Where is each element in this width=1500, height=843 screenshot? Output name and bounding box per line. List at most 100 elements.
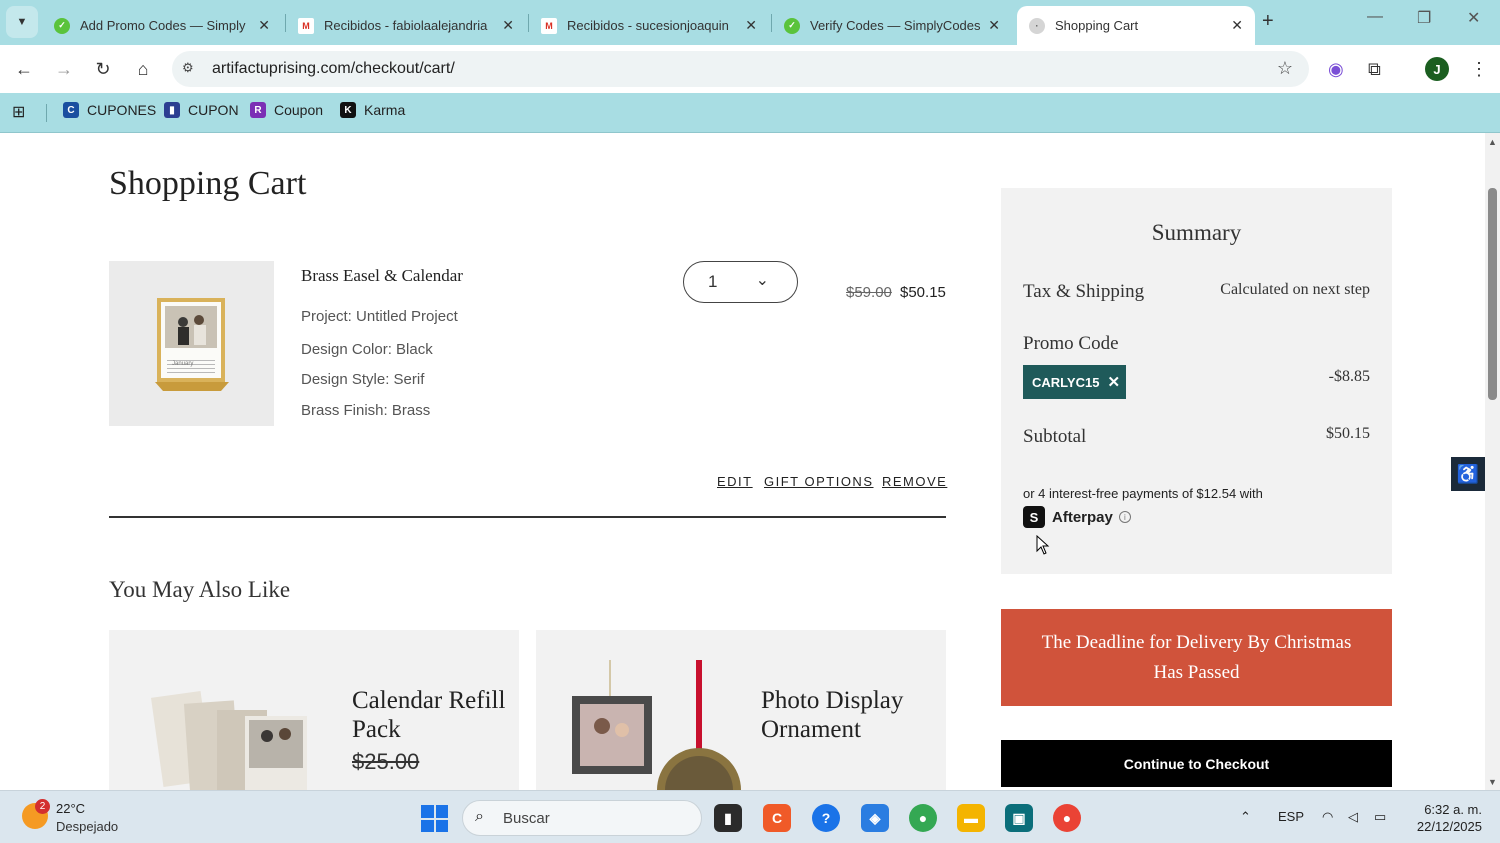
file-explorer-icon[interactable]: ▬ — [957, 804, 985, 832]
close-icon[interactable]: ✕ — [258, 17, 270, 34]
recommendation-card[interactable]: Photo Display Ornament — [536, 630, 946, 790]
window-close-icon[interactable]: ✕ — [1467, 8, 1480, 28]
cupon-icon: ▮ — [164, 102, 180, 118]
reload-icon[interactable]: ↻ — [89, 55, 117, 83]
tab-verify-codes[interactable]: ✓ Verify Codes — SimplyCodes ✕ — [772, 6, 1012, 45]
task-view-icon[interactable]: ▮ — [714, 804, 742, 832]
info-icon[interactable]: i — [1118, 511, 1131, 523]
product-name[interactable]: Brass Easel & Calendar — [301, 266, 463, 286]
home-icon[interactable]: ⌂ — [129, 55, 157, 83]
menu-kebab-icon[interactable]: ⋮ — [1470, 59, 1488, 80]
help-icon[interactable]: ? — [812, 804, 840, 832]
original-price: $59.00 — [846, 284, 892, 301]
recommendation-name[interactable]: Calendar Refill Pack — [352, 686, 512, 744]
product-design-style: Design Style: Serif — [301, 371, 425, 388]
recommendation-card[interactable]: Calendar Refill Pack $25.00 — [109, 630, 519, 790]
volume-icon[interactable]: ◁ — [1348, 809, 1358, 825]
tab-bar: ▼ ✓ Add Promo Codes — Simply ✕ M Recibid… — [0, 0, 1500, 45]
wifi-icon[interactable]: ◠ — [1322, 809, 1333, 825]
taskbar-search[interactable]: ⌕ Buscar — [462, 800, 702, 836]
profile-avatar[interactable]: J — [1425, 57, 1449, 81]
scroll-up-icon[interactable]: ▲ — [1488, 137, 1497, 147]
back-icon[interactable]: ← — [10, 55, 38, 83]
tab-shopping-cart[interactable]: · Shopping Cart ✕ — [1017, 6, 1255, 45]
bookmark-coupon[interactable]: R Coupon — [250, 102, 323, 118]
remove-link[interactable]: REMOVE — [882, 474, 947, 489]
windows-taskbar: 2 22°C Despejado ⌕ Buscar ▮ C ? ◈ ● ▬ ▣ … — [0, 790, 1500, 843]
bookmark-cupon[interactable]: ▮ CUPON — [164, 102, 239, 118]
shield-icon[interactable]: ◈ — [861, 804, 889, 832]
close-icon[interactable]: ✕ — [745, 17, 757, 34]
site-info-icon[interactable]: ⚙ — [182, 60, 194, 76]
promo-code-value: CARLYC15 — [1032, 374, 1100, 390]
close-icon[interactable]: ✕ — [988, 17, 1000, 34]
product-image[interactable]: January — [109, 261, 274, 426]
current-price: $50.15 — [900, 284, 946, 301]
continue-to-checkout-button[interactable]: Continue to Checkout — [1001, 740, 1392, 787]
page-scrollbar[interactable]: ▲ ▼ — [1485, 133, 1500, 790]
weather-temperature[interactable]: 22°C — [56, 801, 85, 816]
address-bar[interactable]: ⚙ artifactuprising.com/checkout/cart/ ☆ — [172, 51, 1309, 87]
close-icon[interactable]: ✕ — [1231, 17, 1243, 34]
calendar-month-label: January — [172, 361, 194, 367]
bookmark-star-icon[interactable]: ☆ — [1277, 58, 1293, 79]
coupon-icon: R — [250, 102, 266, 118]
forward-icon[interactable]: → — [50, 55, 78, 83]
afterpay-badge[interactable]: S Afterpay i — [1023, 506, 1131, 528]
deadline-notice: The Deadline for Delivery By Christmas H… — [1001, 609, 1392, 706]
product-design-color: Design Color: Black — [301, 341, 433, 358]
cupones-icon: C — [63, 102, 79, 118]
chrome-icon[interactable]: ● — [909, 804, 937, 832]
quantity-value: 1 — [708, 272, 718, 291]
scroll-down-icon[interactable]: ▼ — [1488, 777, 1497, 787]
scrollbar-thumb[interactable] — [1488, 188, 1497, 400]
close-icon[interactable]: ✕ — [502, 17, 514, 34]
tax-shipping-value: Calculated on next step — [1220, 281, 1370, 298]
bookmark-cupones[interactable]: C CUPONES — [63, 102, 156, 118]
recommendation-name[interactable]: Photo Display Ornament — [761, 686, 941, 744]
gmail-icon: M — [298, 17, 314, 34]
order-summary: Summary Tax & Shipping Calculated on nex… — [1001, 188, 1392, 574]
restore-icon[interactable]: ❐ — [1417, 8, 1431, 28]
system-clock[interactable]: 6:32 a. m. 22/12/2025 — [1410, 801, 1482, 835]
bookmarks-bar: ⊞ C CUPONES ▮ CUPON R Coupon K Karma — [0, 93, 1500, 133]
subtotal-label: Subtotal — [1023, 426, 1087, 447]
extensions-puzzle-icon[interactable]: ⧉ — [1368, 59, 1381, 80]
summary-title: Summary — [1151, 220, 1242, 245]
windows-start-icon[interactable] — [421, 805, 448, 832]
remove-promo-icon[interactable]: ✕ — [1107, 373, 1120, 391]
tab-search-chevron-icon[interactable]: ▼ — [6, 6, 38, 38]
remote-desktop-icon[interactable]: ▣ — [1005, 804, 1033, 832]
accessibility-icon[interactable]: ♿ — [1451, 457, 1485, 491]
afterpay-logo-icon: S — [1023, 506, 1045, 528]
new-tab-icon[interactable]: + — [1262, 10, 1274, 33]
extension-icon[interactable]: ◉ — [1328, 59, 1344, 80]
tray-chevron-up-icon[interactable]: ⌃ — [1240, 809, 1251, 825]
tax-shipping-label: Tax & Shipping — [1023, 281, 1145, 302]
recommendation-price: $25.00 — [352, 749, 420, 774]
page-content: Shopping Cart January Brass Easel & Cale… — [0, 133, 1485, 790]
chrome-profile-icon[interactable]: ● — [1053, 804, 1081, 832]
simplycodes-icon: ✓ — [54, 17, 70, 34]
clock-date: 22/12/2025 — [1416, 819, 1482, 834]
gift-options-link[interactable]: GIFT OPTIONS — [764, 474, 874, 489]
weather-description[interactable]: Despejado — [56, 819, 118, 834]
mouse-cursor-icon — [1036, 535, 1050, 555]
bookmark-karma[interactable]: K Karma — [340, 102, 405, 118]
chevron-down-icon: ⌄ — [755, 272, 769, 289]
simplycodes-icon: ✓ — [784, 17, 800, 34]
afterpay-brand: Afterpay — [1052, 508, 1113, 526]
edit-link[interactable]: EDIT — [717, 474, 753, 489]
minimize-icon[interactable]: — — [1367, 8, 1383, 26]
bookmark-separator — [46, 104, 47, 122]
tab-recibidos-sucesion[interactable]: M Recibidos - sucesionjoaquin ✕ — [529, 6, 769, 45]
apps-grid-icon[interactable]: ⊞ — [12, 102, 25, 122]
search-icon: ⌕ — [475, 808, 484, 825]
quantity-select[interactable]: 1 ⌄ — [683, 261, 798, 303]
recommendations-title: You May Also Like — [109, 577, 291, 602]
app-icon[interactable]: C — [763, 804, 791, 832]
tab-add-promo-codes[interactable]: ✓ Add Promo Codes — Simply ✕ — [42, 6, 282, 45]
language-indicator[interactable]: ESP — [1278, 809, 1304, 824]
battery-icon[interactable]: ▭ — [1374, 809, 1386, 825]
tab-recibidos-fabiola[interactable]: M Recibidos - fabiolaalejandria ✕ — [286, 6, 526, 45]
